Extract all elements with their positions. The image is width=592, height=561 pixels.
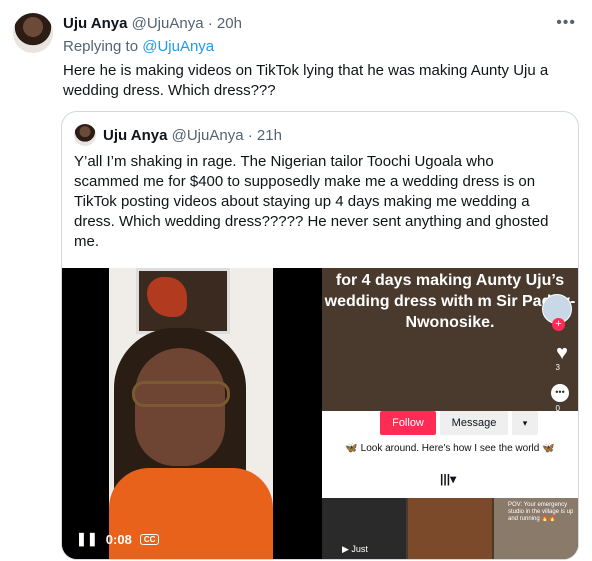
quoted-author-name: Uju Anya: [103, 127, 168, 144]
video-player[interactable]: ❚❚ 0:08 CC: [62, 268, 320, 559]
captions-icon[interactable]: CC: [139, 533, 160, 545]
tiktok-message-button: Message: [440, 411, 508, 435]
replying-prefix: Replying to: [63, 38, 139, 55]
tweet-header: Uju Anya @UjuAnya · 20h: [63, 15, 242, 32]
video-controls: ❚❚ 0:08 CC: [76, 531, 160, 547]
tiktok-thumbnail: [408, 498, 492, 559]
quoted-tweet[interactable]: Uju Anya @UjuAnya · 21h Y’all I’m shakin…: [61, 111, 579, 560]
thumbnail-caption: ▶ Just: [342, 544, 368, 554]
tiktok-video-frame: for 4 days making Aunty Uju’s wedding dr…: [322, 268, 578, 413]
comment-icon: •••: [551, 384, 569, 402]
tiktok-bio: 🦋 Look around. Here's how I see the worl…: [345, 443, 555, 454]
quoted-header: Uju Anya @UjuAnya · 21h: [103, 127, 282, 144]
pause-icon[interactable]: ❚❚: [76, 531, 98, 547]
quoted-time: · 21h: [247, 127, 282, 144]
thumbnail-caption: POV: Your emergency studio in the villag…: [508, 502, 574, 522]
videos-tab-icon: |||▾: [440, 472, 457, 486]
tiktok-image[interactable]: for 4 days making Aunty Uju’s wedding dr…: [322, 268, 578, 559]
tiktok-profile: Follow Message ▾ 🦋 Look around. Here's h…: [322, 411, 578, 498]
author-handle[interactable]: @UjuAnya: [132, 15, 204, 32]
quoted-text: Y’all I’m shaking in rage. The Nigerian …: [74, 153, 549, 250]
tiktok-thumbnail: POV: Your emergency studio in the villag…: [494, 498, 578, 559]
tweet-text: Here he is making videos on TikTok lying…: [63, 62, 549, 99]
tiktok-follow-button: Follow: [380, 411, 436, 435]
tiktok-follow-plus-icon: +: [552, 318, 565, 331]
author-name[interactable]: Uju Anya: [63, 15, 127, 32]
tweet-time[interactable]: · 20h: [208, 15, 242, 32]
like-count: 3: [555, 363, 560, 372]
more-options-icon[interactable]: •••: [556, 14, 576, 32]
tiktok-overlay-text: for 4 days making Aunty Uju’s wedding dr…: [324, 272, 576, 331]
person-glasses: [132, 381, 230, 407]
person-face: [135, 348, 225, 466]
replying-to: Replying to @UjuAnya: [63, 38, 214, 55]
replying-to-link[interactable]: @UjuAnya: [142, 38, 214, 55]
quoted-author-handle: @UjuAnya: [171, 127, 244, 144]
tiktok-video-grid: ▶ Just POV: Your emergency studio in the…: [322, 498, 578, 559]
tiktok-thumbnail: ▶ Just: [322, 498, 406, 559]
avatar[interactable]: [13, 13, 53, 53]
quoted-avatar: [74, 124, 96, 146]
video-time: 0:08: [105, 531, 132, 547]
wall-painting: [136, 268, 230, 334]
heart-icon: ♥: [556, 342, 568, 364]
media-grid: ❚❚ 0:08 CC for 4 days making Aunty Uju’s…: [62, 268, 578, 559]
chevron-down-icon: ▾: [512, 411, 538, 435]
